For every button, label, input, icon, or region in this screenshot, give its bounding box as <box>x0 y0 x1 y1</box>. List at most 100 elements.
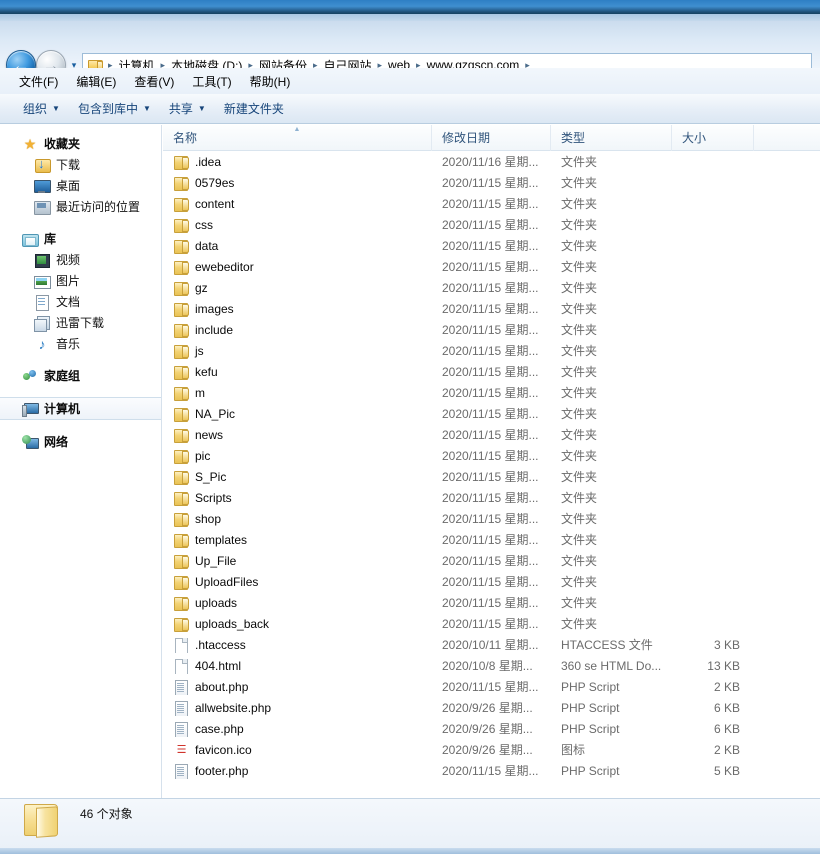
file-date-cell: 2020/11/15 星期... <box>442 218 539 232</box>
menu-file[interactable]: 文件(F) <box>10 70 67 93</box>
table-row[interactable]: kefu 2020/11/15 星期... 文件夹 <box>163 361 820 382</box>
network-icon <box>22 434 39 450</box>
file-list-rows: .idea 2020/11/16 星期... 文件夹 0579es 2020/11/15… <box>163 151 820 781</box>
php-file-icon <box>173 721 189 737</box>
file-name-cell: include <box>163 322 432 338</box>
table-row[interactable]: NA_Pic 2020/11/15 星期... 文件夹 <box>163 403 820 424</box>
table-row[interactable]: pic 2020/11/15 星期... 文件夹 <box>163 445 820 466</box>
table-row[interactable]: css 2020/11/15 星期... 文件夹 <box>163 214 820 235</box>
table-row[interactable]: gz 2020/11/15 星期... 文件夹 <box>163 277 820 298</box>
table-row[interactable]: include 2020/11/15 星期... 文件夹 <box>163 319 820 340</box>
file-list-pane[interactable]: 名称 ▲ 修改日期 类型 大小 .idea 2020/11/16 星期... 文件夹… <box>163 125 820 798</box>
table-row[interactable]: templates 2020/11/15 星期... 文件夹 <box>163 529 820 550</box>
sidebar-item-thunder-download[interactable]: 迅雷下载 <box>0 312 161 333</box>
menu-tools[interactable]: 工具(T) <box>183 70 240 93</box>
column-header-extra[interactable] <box>754 125 820 151</box>
folder-icon <box>173 259 189 275</box>
organize-button[interactable]: 组织 ▼ <box>14 96 69 121</box>
menu-edit[interactable]: 编辑(E) <box>67 70 125 93</box>
column-header-type[interactable]: 类型 <box>551 125 672 151</box>
sidebar-item-downloads[interactable]: 下载 <box>0 154 161 175</box>
file-type-cell: 文件夹 <box>561 197 598 211</box>
table-row[interactable]: js 2020/11/15 星期... 文件夹 <box>163 340 820 361</box>
column-header-date[interactable]: 修改日期 <box>432 125 551 151</box>
folder-icon <box>173 196 189 212</box>
table-row[interactable]: 0579es 2020/11/15 星期... 文件夹 <box>163 172 820 193</box>
table-row[interactable]: content 2020/11/15 星期... 文件夹 <box>163 193 820 214</box>
desktop-icon <box>34 178 51 194</box>
table-row[interactable]: ☰ favicon.ico 2020/9/26 星期... 图标 2 KB <box>163 739 820 760</box>
folder-icon <box>173 427 189 443</box>
file-name-cell: images <box>163 301 432 317</box>
file-type-cell: 文件夹 <box>561 365 598 379</box>
menu-help[interactable]: 帮助(H) <box>241 70 300 93</box>
table-row[interactable]: ewebeditor 2020/11/15 星期... 文件夹 <box>163 256 820 277</box>
file-name-label: include <box>195 322 234 337</box>
file-name-cell: S_Pic <box>163 469 432 485</box>
sidebar-item-videos[interactable]: 视频 <box>0 249 161 270</box>
table-row[interactable]: S_Pic 2020/11/15 星期... 文件夹 <box>163 466 820 487</box>
sidebar-item-recent-places[interactable]: 最近访问的位置 <box>0 196 161 217</box>
file-date-cell: 2020/11/15 星期... <box>442 554 539 568</box>
sidebar-item-computer[interactable]: 计算机 <box>0 397 161 420</box>
sidebar-group-favorites[interactable]: ★ 收藏夹 <box>0 133 161 154</box>
table-row[interactable]: .idea 2020/11/16 星期... 文件夹 <box>163 151 820 172</box>
file-name-label: images <box>195 301 234 316</box>
share-button[interactable]: 共享 ▼ <box>160 96 215 121</box>
file-name-cell: case.php <box>163 721 432 737</box>
table-row[interactable]: allwebsite.php 2020/9/26 星期... PHP Script 6… <box>163 697 820 718</box>
table-row[interactable]: UploadFiles 2020/11/15 星期... 文件夹 <box>163 571 820 592</box>
video-icon <box>34 252 50 268</box>
column-header-name[interactable]: 名称 ▲ <box>163 125 432 151</box>
file-type-cell: 文件夹 <box>561 344 598 358</box>
sidebar-item-network[interactable]: 网络 <box>0 431 161 452</box>
sidebar-item-music[interactable]: ♪ 音乐 <box>0 333 161 354</box>
ico-file-icon: ☰ <box>176 743 187 756</box>
file-date-cell: 2020/11/15 星期... <box>442 323 539 337</box>
window-bottom-edge <box>0 848 820 854</box>
table-row[interactable]: Scripts 2020/11/15 星期... 文件夹 <box>163 487 820 508</box>
explorer-window: ← → ▾ ▸ 计算机 ▸ 本地磁盘 (D:) ▸ 网站备份 ▸ 自己网站 ▸ … <box>0 0 820 854</box>
file-type-cell: 文件夹 <box>561 449 598 463</box>
table-row[interactable]: data 2020/11/15 星期... 文件夹 <box>163 235 820 256</box>
new-folder-label: 新建文件夹 <box>223 102 284 116</box>
sidebar-group-libraries[interactable]: 库 <box>0 228 161 249</box>
table-row[interactable]: about.php 2020/11/15 星期... PHP Script 2 KB <box>163 676 820 697</box>
table-row[interactable]: shop 2020/11/15 星期... 文件夹 <box>163 508 820 529</box>
table-row[interactable]: footer.php 2020/11/15 星期... PHP Script 5 KB <box>163 760 820 781</box>
include-in-library-button[interactable]: 包含到库中 ▼ <box>69 96 160 121</box>
table-row[interactable]: .htaccess 2020/10/11 星期... HTACCESS 文件 3 KB <box>163 634 820 655</box>
table-row[interactable]: news 2020/11/15 星期... 文件夹 <box>163 424 820 445</box>
menu-view[interactable]: 查看(V) <box>125 70 183 93</box>
file-name-label: ewebeditor <box>195 259 254 274</box>
table-row[interactable]: uploads_back 2020/11/15 星期... 文件夹 <box>163 613 820 634</box>
table-row[interactable]: Up_File 2020/11/15 星期... 文件夹 <box>163 550 820 571</box>
column-header-size[interactable]: 大小 <box>672 125 754 151</box>
file-date-cell: 2020/11/15 星期... <box>442 407 539 421</box>
sidebar-item-documents[interactable]: 文档 <box>0 291 161 312</box>
table-row[interactable]: images 2020/11/15 星期... 文件夹 <box>163 298 820 319</box>
sidebar-item-pictures[interactable]: 图片 <box>0 270 161 291</box>
file-date-cell: 2020/11/15 星期... <box>442 491 539 505</box>
file-name-label: m <box>195 385 205 400</box>
file-name-cell: content <box>163 196 432 212</box>
file-name-label: .idea <box>195 154 222 169</box>
folder-icon <box>173 406 189 422</box>
file-type-cell: 文件夹 <box>561 239 598 253</box>
star-icon: ★ <box>23 135 37 152</box>
folder-icon <box>173 343 189 359</box>
file-name-cell: gz <box>163 280 432 296</box>
sidebar-item-desktop[interactable]: 桌面 <box>0 175 161 196</box>
navigation-pane[interactable]: ★ 收藏夹 下载 桌面 最近访问的位置 库 视频 图片 <box>0 125 162 798</box>
sidebar-group-label: 计算机 <box>44 402 81 416</box>
table-row[interactable]: m 2020/11/15 星期... 文件夹 <box>163 382 820 403</box>
file-size-cell: 2 KB <box>713 679 740 694</box>
command-toolbar: 组织 ▼ 包含到库中 ▼ 共享 ▼ 新建文件夹 <box>0 94 820 124</box>
new-folder-button[interactable]: 新建文件夹 <box>215 96 293 121</box>
file-name-label: 404.html <box>195 658 242 673</box>
sidebar-group-homegroup[interactable]: 家庭组 <box>0 365 161 386</box>
table-row[interactable]: case.php 2020/9/26 星期... PHP Script 6 KB <box>163 718 820 739</box>
homegroup-icon <box>22 368 38 384</box>
table-row[interactable]: 404.html 2020/10/8 星期... 360 se HTML Do...… <box>163 655 820 676</box>
table-row[interactable]: uploads 2020/11/15 星期... 文件夹 <box>163 592 820 613</box>
